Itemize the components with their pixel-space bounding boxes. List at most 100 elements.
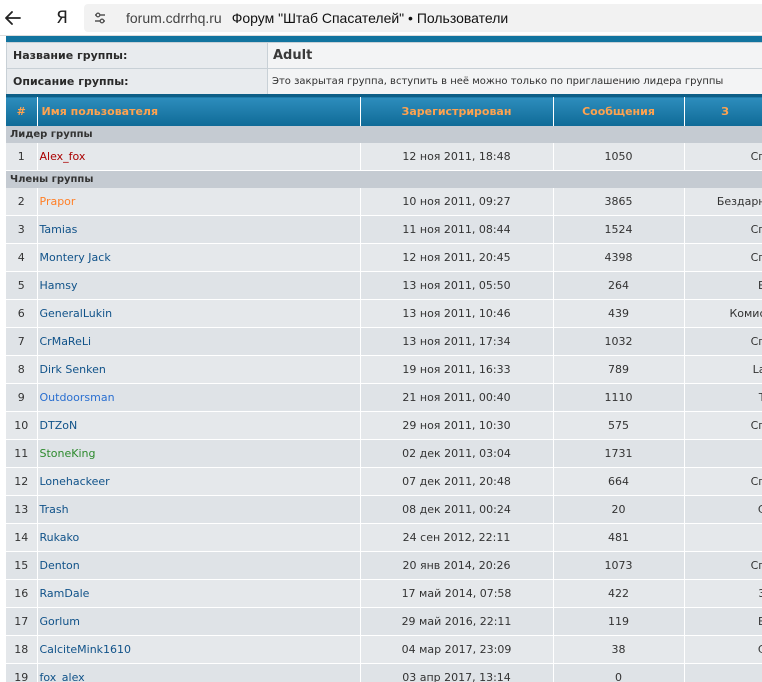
post-count[interactable]: 1050 [553, 142, 685, 171]
username-link[interactable]: StoneKing [40, 447, 96, 460]
row-number: 10 [6, 411, 38, 440]
section-label-leader: Лидер группы [6, 125, 762, 143]
post-count[interactable]: 0 [553, 663, 685, 682]
username-link[interactable]: DTZoN [40, 419, 78, 432]
table-row: 3Tamias 11 ноя 2011, 08:441524Сп [6, 215, 762, 244]
registered-date: 08 дек 2011, 00:24 [360, 495, 554, 524]
username-link[interactable]: Denton [40, 559, 80, 572]
url-domain: forum.cdrrhq.ru [126, 10, 222, 26]
post-count[interactable]: 4398 [553, 243, 685, 272]
row-number: 12 [6, 467, 38, 496]
post-count[interactable]: 1731 [553, 439, 685, 468]
table-row: 14 Rukako 24 сен 2012, 22:11 481 [6, 523, 762, 552]
table-row: 16RamDale 17 май 2014, 07:58422З [6, 579, 762, 608]
post-count[interactable]: 3865 [553, 187, 685, 216]
extra-cell: В [684, 271, 762, 300]
column-header-posts[interactable]: Сообщения [553, 94, 685, 126]
yandex-logo-button[interactable]: Я [52, 8, 72, 28]
row-number: 13 [6, 495, 38, 524]
extra-cell: La [684, 355, 762, 384]
username-link[interactable]: Gorlum [40, 615, 81, 628]
forum-page: Название группы: Adult Описание группы: … [0, 36, 762, 682]
group-info-table: Название группы: Adult Описание группы: … [6, 42, 762, 95]
registered-date: 04 мар 2017, 23:09 [360, 635, 554, 664]
back-arrow-icon[interactable] [2, 7, 24, 29]
extra-cell: З [684, 579, 762, 608]
username-cell: Rukako [37, 523, 361, 552]
username-link[interactable]: Alex_fox [40, 150, 86, 163]
username-cell: DTZoN [37, 411, 361, 440]
table-header-row: # Имя пользователя Зарегистрирован Сообщ… [6, 94, 762, 126]
post-count[interactable]: 481 [553, 523, 685, 552]
row-number: 17 [6, 607, 38, 636]
table-row: 9Outdoorsman 21 ноя 2011, 00:401110Т [6, 383, 762, 412]
post-count[interactable]: 1032 [553, 327, 685, 356]
site-settings-icon[interactable] [92, 10, 108, 26]
post-count[interactable]: 38 [553, 635, 685, 664]
row-number: 9 [6, 383, 38, 412]
table-row: 2 Prapor 10 ноя 2011, 09:27 3865 Бездарн [6, 187, 762, 216]
post-count[interactable]: 119 [553, 607, 685, 636]
username-link[interactable]: fox_alex [40, 671, 85, 682]
post-count[interactable]: 1524 [553, 215, 685, 244]
extra-cell: С [684, 495, 762, 524]
post-count[interactable]: 789 [553, 355, 685, 384]
address-bar[interactable]: forum.cdrrhq.ru Форум "Штаб Спасателей" … [84, 4, 762, 32]
post-count[interactable]: 20 [553, 495, 685, 524]
username-cell: Alex_fox [37, 142, 361, 171]
extra-cell: Т [684, 383, 762, 412]
username-cell: Trash [37, 495, 361, 524]
username-cell: Prapor [37, 187, 361, 216]
username-cell: Gorlum [37, 607, 361, 636]
username-link[interactable]: Outdoorsman [40, 391, 115, 404]
row-number: 1 [6, 142, 38, 171]
extra-cell: С [684, 635, 762, 664]
column-header-extra[interactable]: З [684, 94, 762, 126]
username-link[interactable]: Prapor [40, 195, 76, 208]
row-number: 2 [6, 187, 38, 216]
table-row: 1 Alex_fox 12 ноя 2011, 18:48 1050 Сп [6, 142, 762, 171]
registered-date: 24 сен 2012, 22:11 [360, 523, 554, 552]
group-name-label: Название группы: [6, 42, 268, 69]
username-link[interactable]: Montery Jack [40, 251, 111, 264]
column-header-number[interactable]: # [6, 94, 38, 126]
post-count[interactable]: 422 [553, 579, 685, 608]
registered-date: 17 май 2014, 07:58 [360, 579, 554, 608]
username-cell: Denton [37, 551, 361, 580]
username-link[interactable]: GeneralLukin [40, 307, 113, 320]
registered-date: 13 ноя 2011, 05:50 [360, 271, 554, 300]
table-row: 13Trash 08 дек 2011, 00:2420С [6, 495, 762, 524]
extra-cell [684, 523, 762, 552]
post-count[interactable]: 664 [553, 467, 685, 496]
table-row: 5Hamsy 13 ноя 2011, 05:50264В [6, 271, 762, 300]
username-link[interactable]: Trash [40, 503, 69, 516]
username-link[interactable]: CalciteMink1610 [40, 643, 132, 656]
post-count[interactable]: 439 [553, 299, 685, 328]
row-number: 3 [6, 215, 38, 244]
registered-date: 29 май 2016, 22:11 [360, 607, 554, 636]
registered-date: 12 ноя 2011, 20:45 [360, 243, 554, 272]
post-count[interactable]: 1110 [553, 383, 685, 412]
row-number: 11 [6, 439, 38, 468]
username-link[interactable]: Tamias [40, 223, 78, 236]
username-link[interactable]: RamDale [40, 587, 90, 600]
table-row: 12Lonehackeer 07 дек 2011, 20:48664Сп [6, 467, 762, 496]
username-link[interactable]: CrMaReLi [40, 335, 92, 348]
username-link[interactable]: Rukako [40, 531, 80, 544]
post-count[interactable]: 264 [553, 271, 685, 300]
username-link[interactable]: Hamsy [40, 279, 78, 292]
row-number: 5 [6, 271, 38, 300]
table-row: 15Denton 20 янв 2014, 20:261073Сп [6, 551, 762, 580]
registered-date: 07 дек 2011, 20:48 [360, 467, 554, 496]
post-count[interactable]: 1073 [553, 551, 685, 580]
row-number: 19 [6, 663, 38, 682]
table-row: 10DTZoN 29 ноя 2011, 10:30575Сп [6, 411, 762, 440]
username-link[interactable]: Lonehackeer [40, 475, 110, 488]
registered-date: 10 ноя 2011, 09:27 [360, 187, 554, 216]
column-header-registered[interactable]: Зарегистрирован [360, 94, 554, 126]
post-count[interactable]: 575 [553, 411, 685, 440]
username-link[interactable]: Dirk Senken [40, 363, 106, 376]
column-header-username[interactable]: Имя пользователя [37, 94, 361, 126]
registered-date: 03 апр 2017, 13:14 [360, 663, 554, 682]
extra-cell [684, 663, 762, 682]
